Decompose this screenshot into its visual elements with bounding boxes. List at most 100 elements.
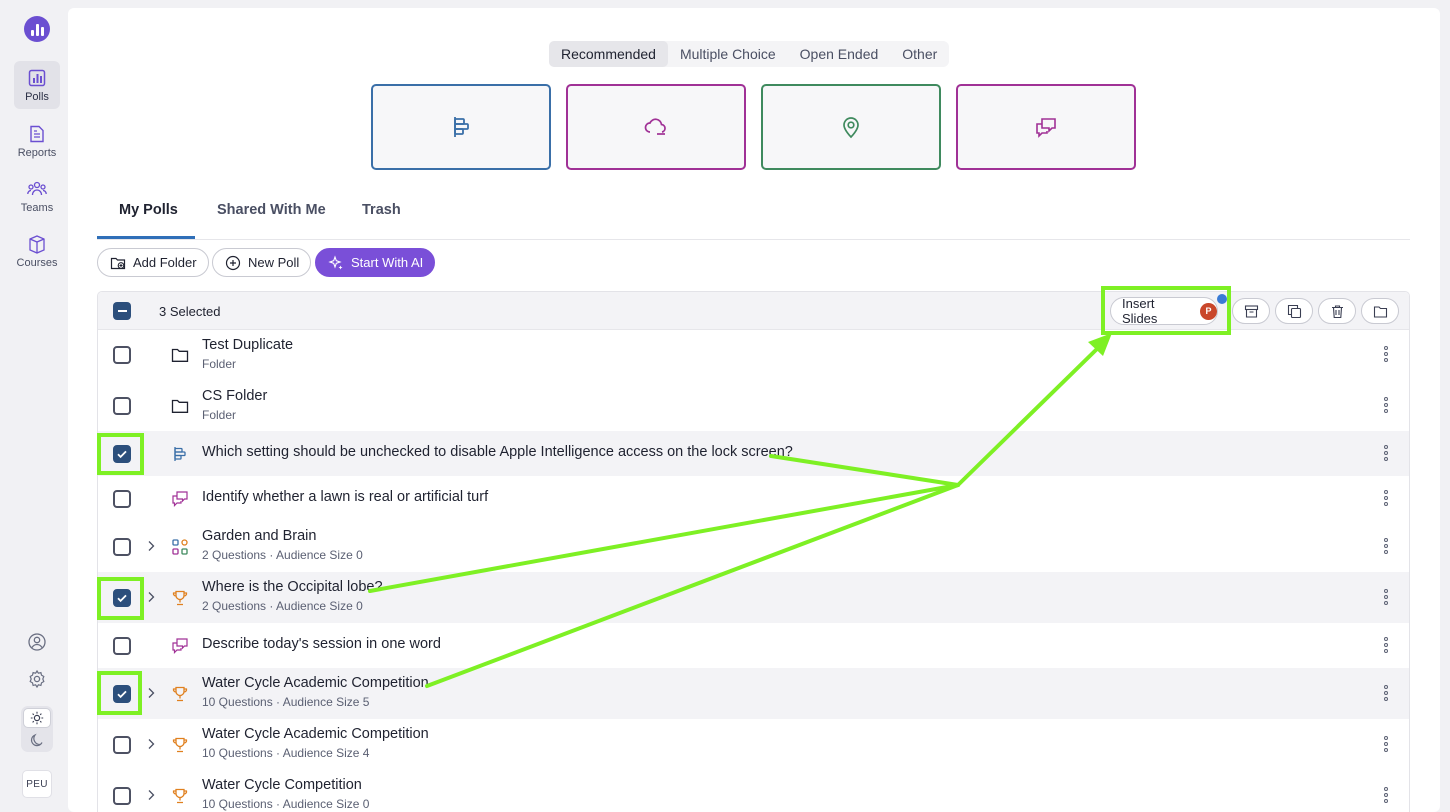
table-row[interactable]: Garden and Brain 2 Questions · Audience … [98,521,1409,572]
table-row[interactable]: Water Cycle Academic Competition 10 Ques… [98,719,1409,770]
sidebar-item-label: Courses [16,256,58,269]
row-checkbox-checked[interactable] [113,589,131,607]
row-checkbox-checked[interactable] [113,445,131,463]
poll-type-card-multiple-choice[interactable] [371,84,551,170]
poll-type-card-word-cloud[interactable] [566,84,746,170]
delete-button[interactable] [1318,298,1356,324]
table-row[interactable]: CS Folder Folder [98,380,1409,431]
theme-toggle[interactable] [21,706,53,752]
archive-button[interactable] [1232,298,1270,324]
courses-icon [29,234,45,254]
start-with-ai-label: Start With AI [351,255,424,270]
tab-trash[interactable]: Trash [362,194,401,226]
folder-icon [1373,305,1387,318]
row-subtitle: 10 Questions · Audience Size 0 [202,797,370,811]
row-subtitle: Folder [202,357,237,371]
avatar[interactable]: PEU [22,770,52,798]
table-row[interactable]: Which setting should be unchecked to dis… [98,431,1409,476]
tabs-divider [97,239,1410,240]
duplicate-button[interactable] [1275,298,1313,324]
user-profile-icon[interactable] [27,632,47,652]
add-folder-label: Add Folder [133,255,197,270]
chevron-right-icon[interactable] [145,738,157,750]
gear-icon[interactable] [27,669,47,689]
survey-icon [172,539,188,555]
row-checkbox[interactable] [113,637,131,655]
table-row[interactable]: Test Duplicate Folder [98,330,1409,380]
more-options-icon[interactable] [1384,538,1390,556]
table-row[interactable]: Describe today's session in one word [98,623,1409,668]
table-row[interactable]: Where is the Occipital lobe? 2 Questions… [98,572,1409,623]
row-checkbox[interactable] [113,787,131,805]
word-cloud-icon [644,118,666,135]
row-title: CS Folder [202,388,268,404]
more-options-icon[interactable] [1384,397,1390,415]
table-row[interactable]: Identify whether a lawn is real or artif… [98,476,1409,521]
sparkle-icon [328,254,343,269]
tab-shared-with-me[interactable]: Shared With Me [217,194,326,226]
more-options-icon[interactable] [1384,637,1390,655]
row-subtitle: 10 Questions · Audience Size 5 [202,695,370,709]
archive-icon [1244,304,1258,318]
more-options-icon[interactable] [1384,685,1390,703]
insert-slides-label: Insert Slides [1122,296,1158,326]
row-title: Test Duplicate [202,337,294,353]
checkmark-icon [117,450,127,459]
tab-my-polls[interactable]: My Polls [119,194,178,226]
tab-other[interactable]: Other [890,41,949,67]
tab-multiple-choice[interactable]: Multiple Choice [668,41,788,67]
start-with-ai-button[interactable]: Start With AI [315,248,436,277]
tab-open-ended[interactable]: Open Ended [788,41,891,67]
sun-icon[interactable] [23,708,51,728]
app-logo-icon[interactable] [24,16,50,42]
poll-type-card-open-ended[interactable] [956,84,1136,170]
more-options-icon[interactable] [1384,787,1390,805]
table-row[interactable]: Water Cycle Competition 10 Questions · A… [98,770,1409,812]
sidebar-item-courses[interactable]: Courses [14,227,60,275]
select-all-checkbox[interactable] [113,302,131,320]
trash-icon [1331,304,1343,318]
new-poll-button[interactable]: New Poll [212,248,312,277]
chat-bubbles-icon [172,491,188,507]
checkmark-icon [117,594,127,603]
add-folder-button[interactable]: Add Folder [97,248,209,277]
new-poll-label: New Poll [248,255,300,270]
sidebar-item-reports[interactable]: Reports [14,117,60,165]
bar-chart-icon [454,117,469,137]
row-checkbox[interactable] [113,397,131,415]
notification-dot [1217,294,1227,304]
row-checkbox[interactable] [113,736,131,754]
more-options-icon[interactable] [1384,346,1390,364]
row-checkbox[interactable] [113,538,131,556]
more-options-icon[interactable] [1384,445,1390,463]
moon-icon[interactable] [29,732,45,748]
table-row[interactable]: Water Cycle Academic Competition 10 Ques… [98,668,1409,719]
reports-icon [30,125,44,142]
main-panel: Recommended Multiple Choice Open Ended O… [68,8,1440,812]
row-subtitle: Folder [202,408,237,422]
tab-recommended[interactable]: Recommended [549,41,668,67]
poll-type-tabs: Recommended Multiple Choice Open Ended O… [549,41,950,67]
teams-icon [27,181,47,195]
folder-icon [171,348,189,362]
more-options-icon[interactable] [1384,736,1390,754]
row-checkbox[interactable] [113,490,131,508]
more-options-icon[interactable] [1384,589,1390,607]
trophy-icon [172,737,188,753]
row-title: Water Cycle Academic Competition [202,726,429,742]
sidebar-item-polls[interactable]: Polls [14,61,60,109]
poll-type-card-map[interactable] [761,84,941,170]
more-options-icon[interactable] [1384,490,1390,508]
chevron-right-icon[interactable] [145,591,157,603]
chevron-right-icon[interactable] [145,789,157,801]
sidebar-item-teams[interactable]: Teams [14,172,60,220]
copy-icon [1287,304,1301,318]
map-pin-icon [843,117,859,139]
move-to-folder-button[interactable] [1361,298,1399,324]
row-checkbox[interactable] [113,346,131,364]
insert-slides-button[interactable]: Insert Slides P [1110,296,1218,326]
row-checkbox-checked[interactable] [113,685,131,703]
chevron-right-icon[interactable] [145,540,157,552]
row-subtitle: 2 Questions · Audience Size 0 [202,599,363,613]
chevron-right-icon[interactable] [145,687,157,699]
